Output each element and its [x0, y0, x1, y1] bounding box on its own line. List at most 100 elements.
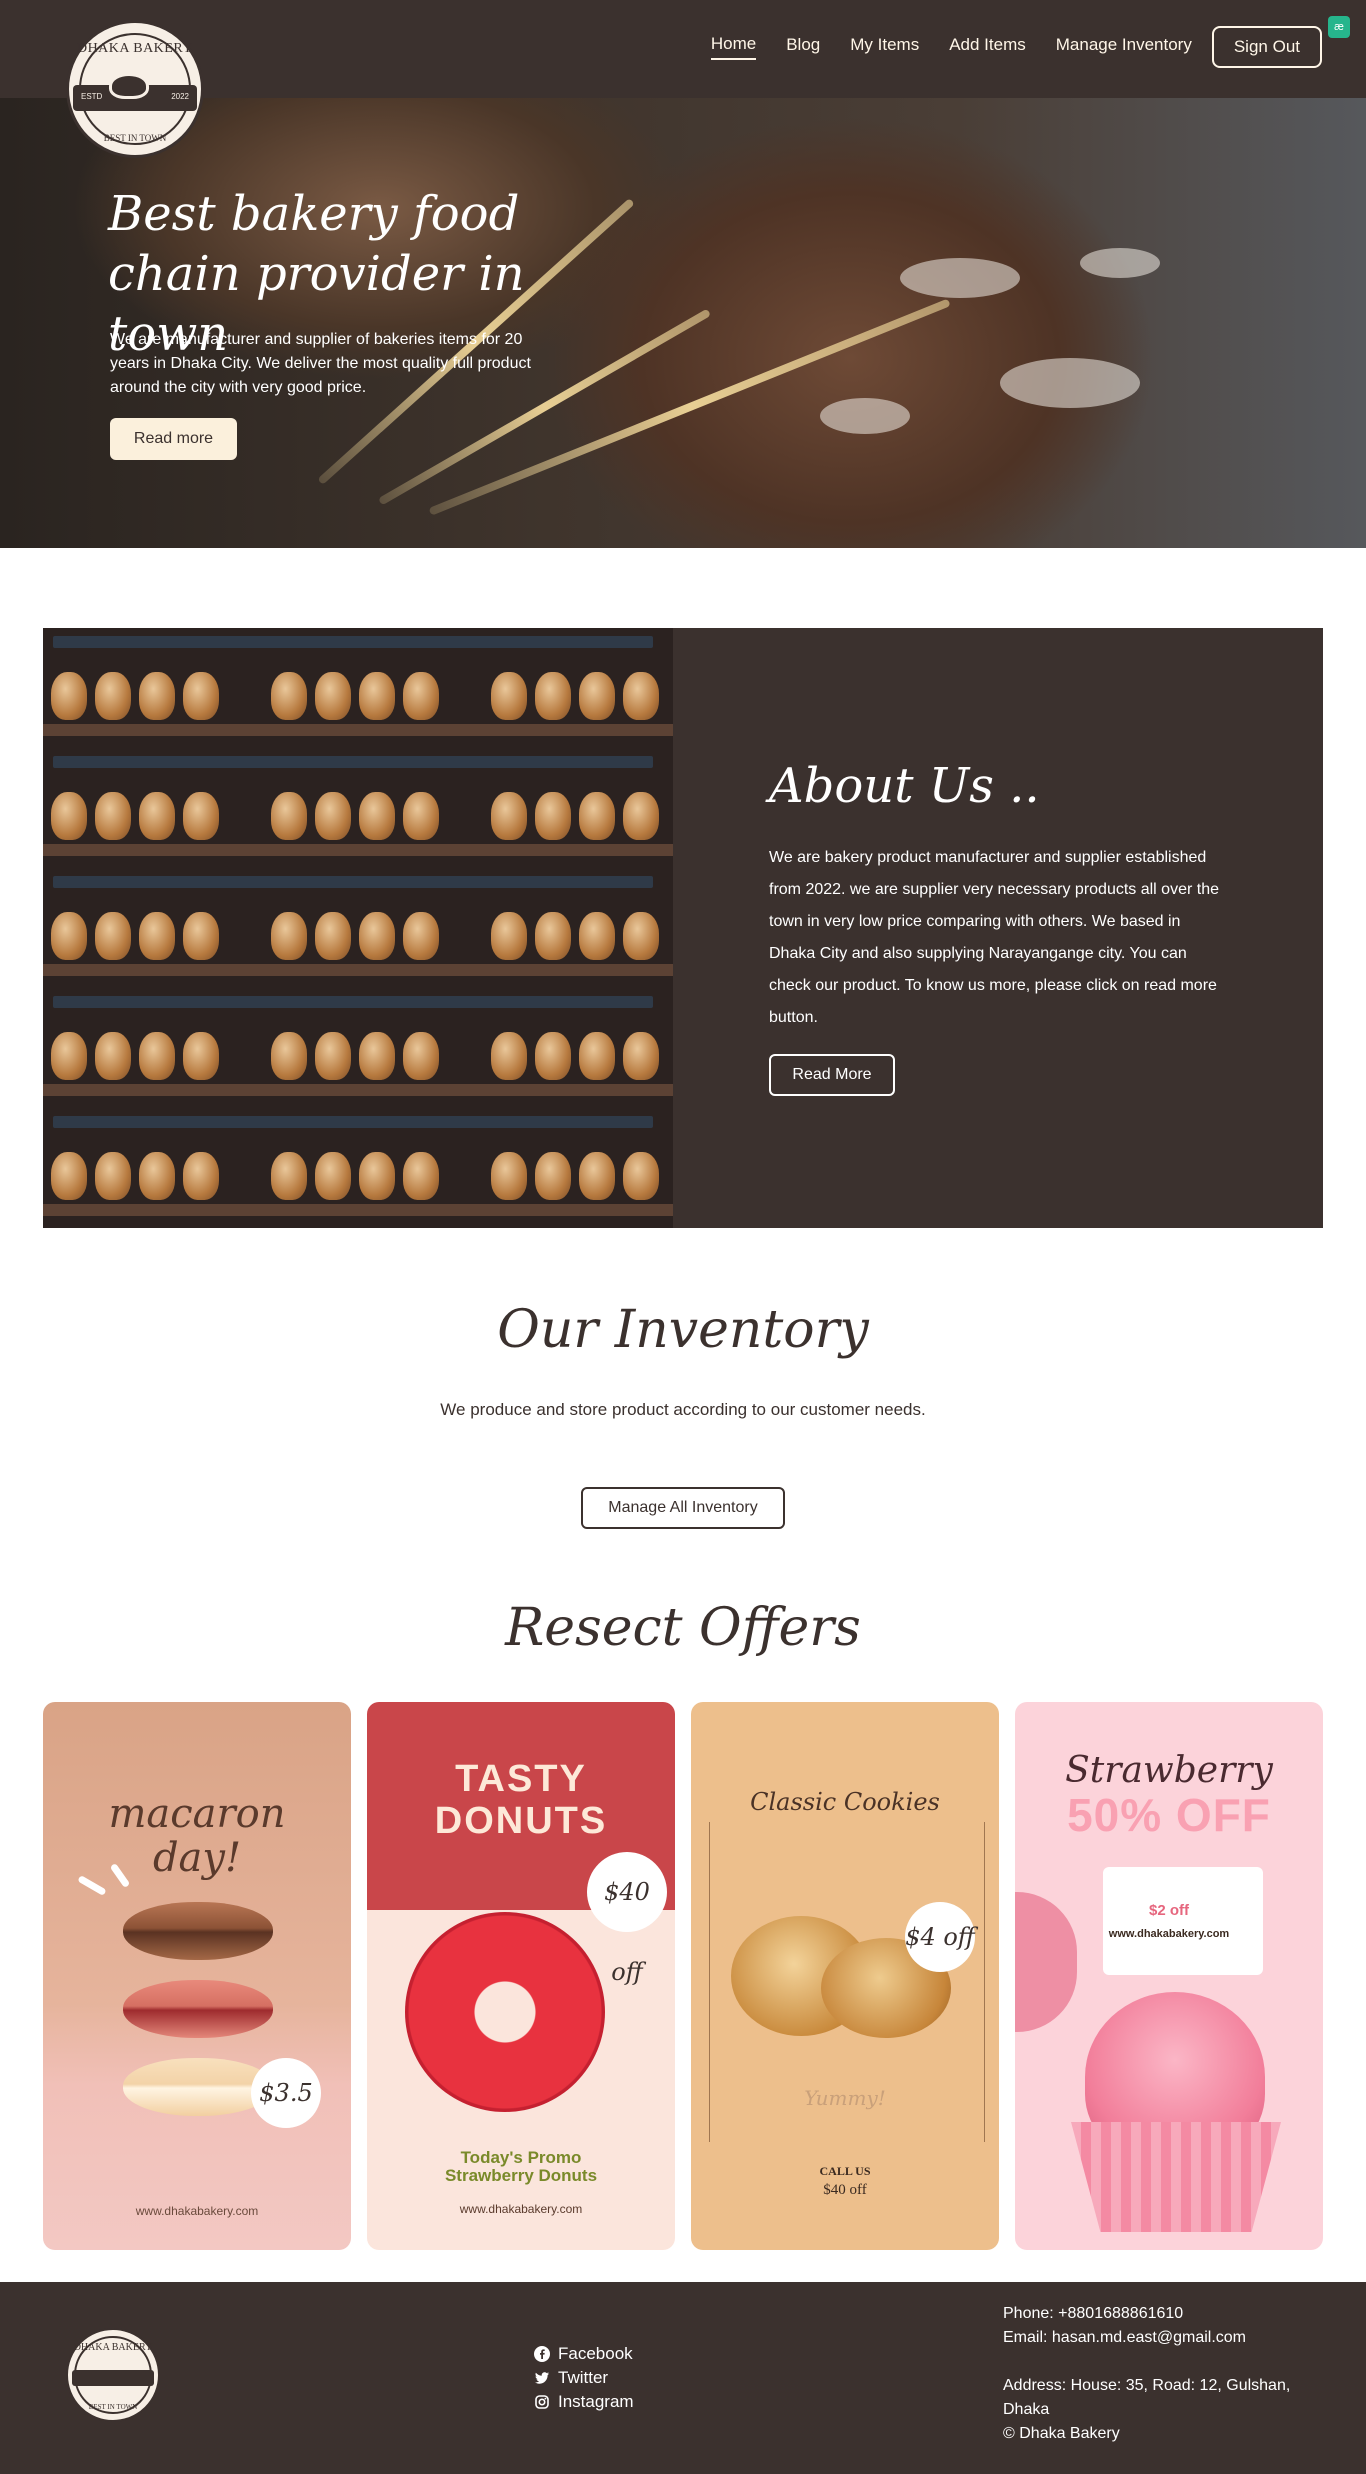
bread-loaf: [95, 792, 131, 840]
facebook-link[interactable]: Facebook: [534, 2342, 634, 2366]
manage-all-inventory-button[interactable]: Manage All Inventory: [581, 1487, 785, 1529]
bread-loaf: [623, 1032, 659, 1080]
logo-tagline: BEST IN TOWN: [103, 133, 167, 143]
bread-loaf: [579, 1032, 615, 1080]
nav-add-items[interactable]: Add Items: [949, 35, 1026, 59]
bread-loaf: [95, 912, 131, 960]
footer-logo[interactable]: DHAKA BAKERY BEST IN TOWN: [66, 2328, 160, 2422]
bread-loaf: [139, 1152, 175, 1200]
strawberry-heading: Strawberry: [1065, 1750, 1273, 1791]
about-text: We are bakery product manufacturer and s…: [769, 849, 1219, 1026]
bread-loaf: [51, 792, 87, 840]
nav-blog[interactable]: Blog: [786, 35, 820, 59]
strawberry-discount: 50% OFF: [1067, 1789, 1271, 1841]
footer-copyright: © Dhaka Bakery: [1003, 2425, 1120, 2442]
bread-loaf: [403, 912, 439, 960]
footer-logo-title: DHAKA BAKERY: [73, 2342, 153, 2353]
bread-loaf: [535, 672, 571, 720]
bread-loaf: [535, 912, 571, 960]
logo-title: DHAKA BAKERY: [76, 41, 194, 56]
navbar: DHAKA BAKERY ESTD 2022 BEST IN TOWN Home…: [0, 0, 1366, 158]
bread-loaf: [535, 1032, 571, 1080]
flour-dust: [1080, 248, 1160, 278]
logo-est: ESTD: [81, 92, 103, 101]
bread-loaf: [315, 1152, 351, 1200]
macaron-strawberry: [123, 1980, 273, 2038]
bread-icon: [109, 73, 149, 99]
bread-loaf: [623, 912, 659, 960]
twitter-label: Twitter: [558, 2368, 609, 2387]
bread-loaf: [403, 1152, 439, 1200]
cookies-yummy: Yummy!: [804, 2086, 886, 2110]
bread-loaf: [403, 672, 439, 720]
flour-dust: [1000, 358, 1140, 408]
shelf-board: [43, 964, 673, 976]
logo-band: [72, 2370, 154, 2386]
donuts-heading-2: DONUTS: [434, 1800, 608, 1842]
bread-loaf: [95, 1152, 131, 1200]
offer-note-card: [1103, 1867, 1263, 1975]
bread-loaf: [315, 912, 351, 960]
bread-loaf: [579, 912, 615, 960]
instagram-link[interactable]: Instagram: [534, 2390, 634, 2414]
instagram-icon: [535, 2395, 549, 2409]
bread-loaf: [491, 912, 527, 960]
offer-card-strawberry[interactable]: Strawberry 50% OFF $2 off www.dhakabaker…: [1015, 1702, 1323, 2250]
macaron-chocolate: [123, 1902, 273, 1960]
offer-card-donuts[interactable]: TASTY DONUTS $40 off Today's Promo Straw…: [367, 1702, 675, 2250]
bread-loaf: [183, 1032, 219, 1080]
bread-loaf: [359, 912, 395, 960]
sign-out-button[interactable]: Sign Out: [1211, 26, 1322, 68]
about-title: About Us ..: [769, 758, 1040, 814]
bread-loaf: [491, 1032, 527, 1080]
logo-year: 2022: [171, 92, 189, 101]
cupcake-wrapper: [1071, 2122, 1281, 2232]
offer-card-cookies[interactable]: Classic Cookies $4 off Yummy! CALL US $4…: [691, 1702, 999, 2250]
about-read-more-button[interactable]: Read More: [769, 1054, 895, 1096]
cookies-price-badge: $4 off: [905, 1902, 975, 1972]
shelf-board: [43, 724, 673, 736]
bread-loaf: [271, 912, 307, 960]
contact-info: Phone: +8801688861610 Email: hasan.md.ea…: [1003, 2302, 1323, 2446]
facebook-label: Facebook: [558, 2344, 633, 2363]
flour-dust: [820, 398, 910, 434]
about-section: About Us .. We are bakery product manufa…: [43, 628, 1323, 1228]
bread-loaf: [623, 1152, 659, 1200]
bread-loaf: [139, 792, 175, 840]
footer-logo-tagline: BEST IN TOWN: [88, 2403, 138, 2411]
bread-loaf: [491, 672, 527, 720]
offers-title: Resect Offers: [505, 1598, 861, 1658]
footer-phone: Phone: +8801688861610: [1003, 2305, 1184, 2322]
shelf-board: [43, 844, 673, 856]
cookies-call-price: $40 off: [823, 2182, 867, 2198]
read-more-button[interactable]: Read more: [110, 418, 237, 460]
extension-icon[interactable]: æ: [1328, 16, 1350, 38]
offer-card-macaron[interactable]: macaron day! $3.5 www.dhakabakery.com: [43, 1702, 351, 2250]
bread-loaf: [623, 672, 659, 720]
shelf-board: [43, 1084, 673, 1096]
bread-loaf: [51, 672, 87, 720]
shelf-sign: [53, 876, 653, 888]
footer-address: Address: House: 35, Road: 12, Gulshan, D…: [1003, 2377, 1291, 2418]
nav-manage-inventory[interactable]: Manage Inventory: [1056, 35, 1192, 59]
bread-loaf: [403, 792, 439, 840]
donuts-website: www.dhakabakery.com: [459, 2202, 583, 2216]
bread-loaf: [271, 672, 307, 720]
facebook-icon: [534, 2346, 550, 2362]
shelf-sign: [53, 996, 653, 1008]
bread-loaf: [491, 1152, 527, 1200]
bread-loaf: [183, 912, 219, 960]
bread-loaf: [271, 1152, 307, 1200]
macaron-heading: macaron day!: [108, 1791, 286, 1881]
twitter-link[interactable]: Twitter: [534, 2366, 634, 2390]
twitter-icon: [535, 2372, 549, 2384]
footer: DHAKA BAKERY BEST IN TOWN Facebook Twitt…: [0, 2282, 1366, 2474]
bread-loaf: [183, 792, 219, 840]
bakery-shelves-image: [43, 628, 673, 1228]
nav-my-items[interactable]: My Items: [850, 35, 919, 59]
donuts-promo-2: Strawberry Donuts: [444, 2166, 598, 2185]
bread-loaf: [579, 1152, 615, 1200]
brand-logo[interactable]: DHAKA BAKERY ESTD 2022 BEST IN TOWN: [66, 20, 204, 158]
nav-home[interactable]: Home: [710, 34, 757, 60]
